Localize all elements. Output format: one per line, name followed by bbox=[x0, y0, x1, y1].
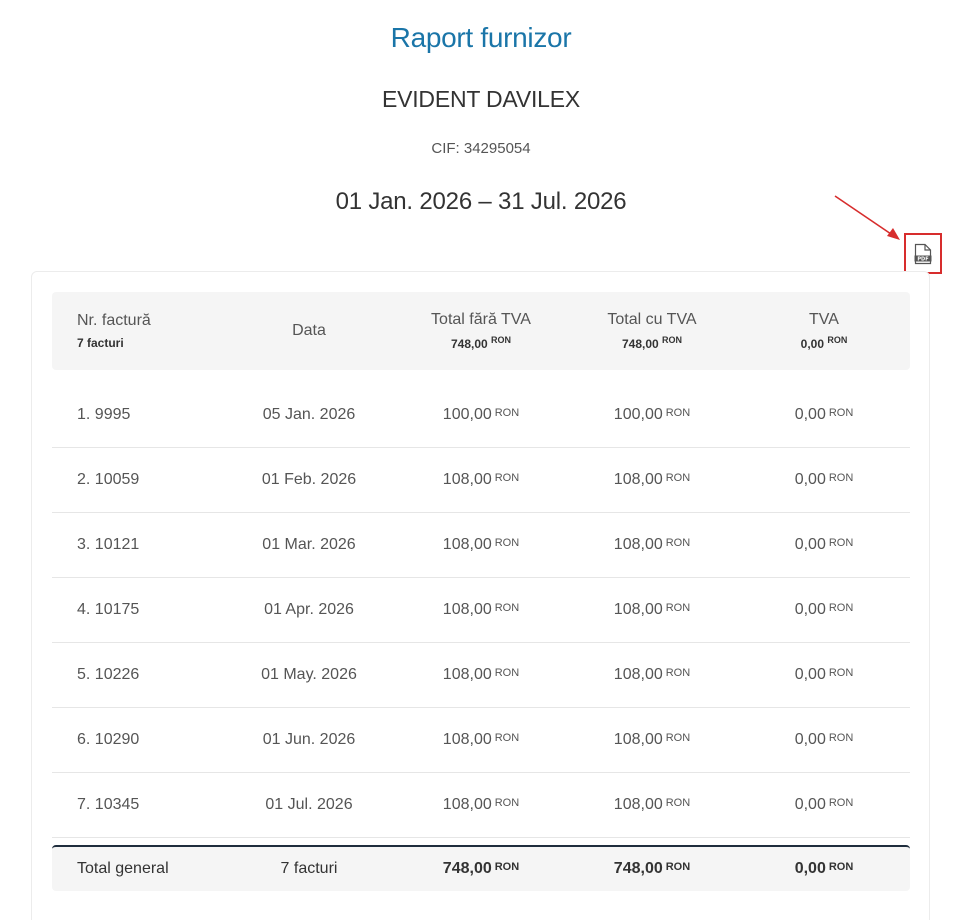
invoice-list: 1. 9995 05 Jan. 2026 100,00 RON 100,00 RON… bbox=[52, 383, 910, 838]
invoice-date: 01 Jul. 2026 bbox=[265, 796, 353, 813]
invoice-date: 01 Mar. 2026 bbox=[262, 536, 356, 553]
invoice-total-with-vat: 108,00 RON bbox=[613, 731, 691, 748]
invoice-total-without-vat: 100,00 RON bbox=[442, 406, 520, 423]
invoice-date: 05 Jan. 2026 bbox=[262, 406, 356, 423]
col-header-total-without-vat[interactable]: Total fără TVA 748,00 RON bbox=[381, 292, 581, 370]
invoice-number: 5. 10226 bbox=[77, 666, 140, 683]
invoice-date: 01 Apr. 2026 bbox=[264, 601, 354, 618]
col-header-vat[interactable]: TVA 0,00 RON bbox=[724, 292, 924, 370]
invoice-total-with-vat: 100,00 RON bbox=[613, 406, 691, 423]
invoice-number: 6. 10290 bbox=[77, 731, 140, 748]
invoice-total-without-vat: 108,00 RON bbox=[442, 601, 520, 618]
total-invoice-count: 7 facturi bbox=[280, 860, 338, 877]
page-title: Raport furnizor bbox=[390, 22, 572, 53]
col-header-date[interactable]: Data bbox=[209, 292, 409, 370]
table-row[interactable]: 3. 10121 01 Mar. 2026 108,00 RON 108,00 RO… bbox=[52, 513, 910, 578]
invoice-number: 1. 9995 bbox=[77, 406, 131, 423]
invoice-total-with-vat: 108,00 RON bbox=[613, 666, 691, 683]
sum-total-with-vat: 748,00 RON bbox=[621, 335, 683, 351]
total-row: Total general 7 facturi 748,00 RON 748,00… bbox=[52, 845, 910, 891]
invoice-vat: 0,00 RON bbox=[794, 666, 854, 683]
invoice-number: 3. 10121 bbox=[77, 536, 140, 553]
table-row[interactable]: 5. 10226 01 May. 2026 108,00 RON 108,00 RO… bbox=[52, 643, 910, 708]
invoice-total-without-vat: 108,00 RON bbox=[442, 796, 520, 813]
table-row[interactable]: 7. 10345 01 Jul. 2026 108,00 RON 108,00 RO… bbox=[52, 773, 910, 838]
invoice-count: 7 facturi bbox=[77, 336, 124, 350]
invoice-total-with-vat: 108,00 RON bbox=[613, 601, 691, 618]
invoice-total-without-vat: 108,00 RON bbox=[442, 666, 520, 683]
col-header-total-with-vat[interactable]: Total cu TVA 748,00 RON bbox=[552, 292, 752, 370]
invoice-total-without-vat: 108,00 RON bbox=[442, 731, 520, 748]
invoice-vat: 0,00 RON bbox=[794, 536, 854, 553]
invoice-date: 01 Feb. 2026 bbox=[261, 471, 357, 488]
invoice-total-without-vat: 108,00 RON bbox=[442, 471, 520, 488]
report-card: Nr. factură 7 facturi Data Total fără TV… bbox=[31, 271, 930, 920]
supplier-cif: CIF: 34295054 bbox=[431, 140, 531, 157]
table-row[interactable]: 4. 10175 01 Apr. 2026 108,00 RON 108,00 RO… bbox=[52, 578, 910, 643]
invoice-number: 2. 10059 bbox=[77, 471, 140, 488]
sum-total-without-vat: 748,00 RON bbox=[450, 335, 512, 351]
invoice-total-without-vat: 108,00 RON bbox=[442, 536, 520, 553]
invoice-date: 01 Jun. 2026 bbox=[262, 731, 356, 748]
invoice-total-with-vat: 108,00 RON bbox=[613, 536, 691, 553]
grand-total-without-vat: 748,00 RON bbox=[442, 860, 520, 877]
invoice-number: 4. 10175 bbox=[77, 601, 140, 618]
total-label: Total general bbox=[77, 860, 169, 877]
grand-total-vat: 0,00 RON bbox=[794, 860, 854, 877]
invoice-vat: 0,00 RON bbox=[794, 731, 854, 748]
invoice-vat: 0,00 RON bbox=[794, 601, 854, 618]
table-row[interactable]: 6. 10290 01 Jun. 2026 108,00 RON 108,00 RO… bbox=[52, 708, 910, 773]
table-row[interactable]: 2. 10059 01 Feb. 2026 108,00 RON 108,00 RO… bbox=[52, 448, 910, 513]
table-row[interactable]: 1. 9995 05 Jan. 2026 100,00 RON 100,00 RON… bbox=[52, 383, 910, 448]
invoice-vat: 0,00 RON bbox=[794, 406, 854, 423]
invoice-date: 01 May. 2026 bbox=[261, 666, 357, 683]
invoice-vat: 0,00 RON bbox=[794, 471, 854, 488]
invoice-total-with-vat: 108,00 RON bbox=[613, 471, 691, 488]
invoice-number: 7. 10345 bbox=[77, 796, 140, 813]
table-header: Nr. factură 7 facturi Data Total fără TV… bbox=[52, 292, 910, 370]
export-pdf-button[interactable]: PDF bbox=[904, 233, 942, 274]
invoice-total-with-vat: 108,00 RON bbox=[613, 796, 691, 813]
sum-vat: 0,00 RON bbox=[800, 335, 848, 351]
report-period: 01 Jan. 2026 – 31 Jul. 2026 bbox=[335, 188, 627, 215]
invoice-vat: 0,00 RON bbox=[794, 796, 854, 813]
grand-total-with-vat: 748,00 RON bbox=[613, 860, 691, 877]
pdf-file-icon: PDF bbox=[914, 243, 932, 264]
red-arrow-annotation bbox=[834, 195, 900, 240]
supplier-name: EVIDENT DAVILEX bbox=[381, 86, 581, 112]
svg-text:PDF: PDF bbox=[917, 256, 928, 262]
